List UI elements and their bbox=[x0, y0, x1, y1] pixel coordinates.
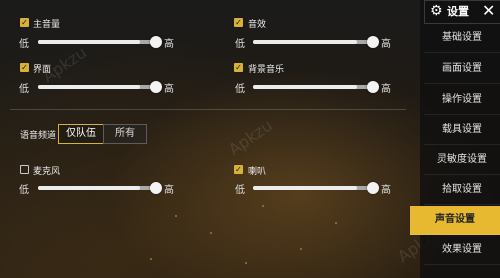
main-volume-low-label: 低 bbox=[19, 39, 29, 50]
voice-channel-label: 语音频道 bbox=[20, 131, 57, 141]
nav-item-audio[interactable]: 声音设置 bbox=[410, 206, 500, 235]
close-icon[interactable]: ✕ bbox=[482, 1, 495, 20]
sfx-low-label: 低 bbox=[235, 39, 245, 50]
microphone-checkbox[interactable] bbox=[20, 165, 29, 174]
speaker-fill bbox=[253, 186, 357, 190]
nav-item-graphics[interactable]: 画面设置 bbox=[424, 55, 500, 84]
ui-volume-label: 界面 bbox=[33, 65, 52, 75]
voice-channel-team-only-button[interactable]: 仅队伍 bbox=[58, 124, 104, 144]
main-volume-label: 主音量 bbox=[33, 20, 61, 30]
sfx-slider[interactable] bbox=[253, 36, 379, 48]
nav-item-effects[interactable]: 效果设置 bbox=[424, 236, 500, 265]
ui-volume-slider[interactable] bbox=[38, 81, 162, 93]
nav-item-controls[interactable]: 操作设置 bbox=[424, 86, 500, 115]
ui-volume-low-label: 低 bbox=[19, 84, 29, 95]
nav-item-basic[interactable]: 基础设置 bbox=[424, 24, 500, 53]
bgm-low-label: 低 bbox=[235, 84, 245, 95]
bgm-slider[interactable] bbox=[253, 81, 379, 93]
main-volume-slider[interactable] bbox=[38, 36, 162, 48]
nav-item-vehicle[interactable]: 载具设置 bbox=[424, 116, 500, 145]
speaker-knob[interactable] bbox=[367, 182, 379, 194]
bgm-fill bbox=[253, 85, 357, 89]
microphone-label: 麦克风 bbox=[33, 167, 61, 177]
speaker-checkbox[interactable]: ✓ bbox=[234, 165, 243, 174]
bgm-checkbox[interactable]: ✓ bbox=[234, 63, 243, 72]
gear-icon: ⚙ bbox=[430, 3, 443, 19]
ui-volume-high-label: 高 bbox=[164, 84, 174, 95]
background-speck bbox=[175, 215, 177, 217]
background-speck bbox=[150, 258, 152, 260]
bgm-label: 背景音乐 bbox=[248, 65, 285, 75]
speaker-high-label: 高 bbox=[381, 185, 391, 196]
ui-volume-knob[interactable] bbox=[150, 81, 162, 93]
background-speck bbox=[245, 262, 247, 264]
main-volume-knob[interactable] bbox=[150, 36, 162, 48]
speaker-low-label: 低 bbox=[235, 185, 245, 196]
nav-item-sensitivity[interactable]: 灵敏度设置 bbox=[424, 146, 500, 175]
voice-channel-all-button[interactable]: 所有 bbox=[103, 124, 147, 144]
ui-volume-checkbox[interactable]: ✓ bbox=[20, 63, 29, 72]
bgm-knob[interactable] bbox=[367, 81, 379, 93]
ui-volume-fill bbox=[38, 85, 140, 89]
microphone-low-label: 低 bbox=[19, 185, 29, 196]
microphone-fill bbox=[38, 186, 140, 190]
sfx-label: 音效 bbox=[248, 20, 267, 30]
main-volume-high-label: 高 bbox=[164, 39, 174, 50]
microphone-slider[interactable] bbox=[38, 182, 162, 194]
speaker-label: 喇叭 bbox=[248, 167, 267, 177]
sfx-fill bbox=[253, 40, 357, 44]
sfx-knob[interactable] bbox=[367, 36, 379, 48]
background-speck bbox=[300, 248, 302, 250]
microphone-high-label: 高 bbox=[164, 185, 174, 196]
speaker-slider[interactable] bbox=[253, 182, 379, 194]
background-speck bbox=[262, 205, 264, 207]
section-divider bbox=[10, 109, 406, 110]
sfx-checkbox[interactable]: ✓ bbox=[234, 18, 243, 27]
main-volume-fill bbox=[38, 40, 140, 44]
main-volume-checkbox[interactable]: ✓ bbox=[20, 18, 29, 27]
microphone-knob[interactable] bbox=[150, 182, 162, 194]
sfx-high-label: 高 bbox=[381, 39, 391, 50]
background-speck bbox=[335, 222, 337, 224]
bgm-high-label: 高 bbox=[381, 84, 391, 95]
background-speck bbox=[210, 232, 212, 234]
nav-item-pickup[interactable]: 拾取设置 bbox=[424, 176, 500, 205]
settings-title: 设置 bbox=[447, 5, 469, 18]
